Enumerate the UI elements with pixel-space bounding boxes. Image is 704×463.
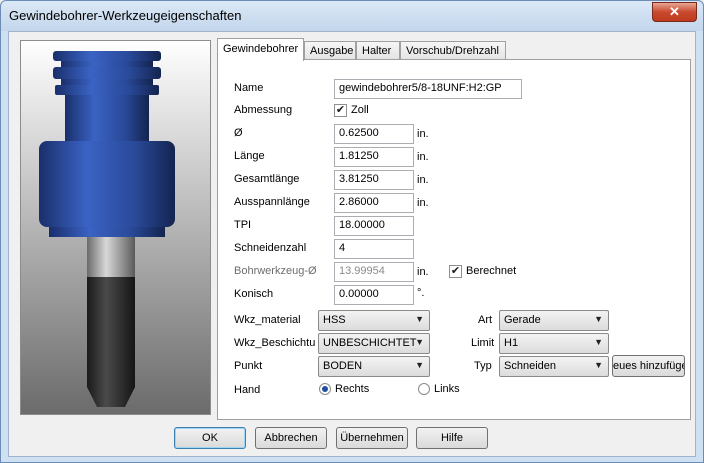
typ-value: Schneiden xyxy=(504,360,556,372)
ok-button[interactable]: OK xyxy=(174,427,246,449)
tool-preview xyxy=(20,40,211,415)
radio-selected-dot xyxy=(322,386,328,392)
laenge-unit: in. xyxy=(417,151,429,163)
wkz-beschichtung-label: Wkz_Beschichtu xyxy=(234,337,316,349)
diameter-unit: in. xyxy=(417,128,429,140)
zoll-checkbox[interactable]: ✔ xyxy=(334,104,347,117)
tab-vorschub-drehzahl[interactable]: Vorschub/Drehzahl xyxy=(400,41,506,60)
gesamtlaenge-label: Gesamtlänge xyxy=(234,173,300,185)
dialog-window: Gewindebohrer-Werkzeugeigenschaften ✕ Ge… xyxy=(0,0,704,463)
laenge-label: Länge xyxy=(234,150,265,162)
tpi-field[interactable]: 18.00000 xyxy=(334,216,414,236)
close-button[interactable]: ✕ xyxy=(652,2,697,22)
tab-halter[interactable]: Halter xyxy=(356,41,400,60)
chevron-down-icon: ▼ xyxy=(415,360,424,370)
bohrwerkzeug-label: Bohrwerkzeug-Ø xyxy=(234,265,317,277)
tab-gewindebohrer[interactable]: Gewindebohrer xyxy=(217,38,304,61)
tpi-label: TPI xyxy=(234,219,252,231)
laenge-field[interactable]: 1.81250 xyxy=(334,147,414,167)
limit-select[interactable]: H1 ▼ xyxy=(499,333,609,354)
tap-tool-image xyxy=(39,51,175,407)
zoll-label: Zoll xyxy=(351,104,369,116)
neues-hinzufuegen-button[interactable]: eues hinzufüge xyxy=(612,355,685,377)
wkz-beschichtung-select[interactable]: UNBESCHICHTET ▼ xyxy=(318,333,430,354)
gewindebohrer-panel: Name gewindebohrer5/8-18UNF:H2:GP Abmess… xyxy=(217,59,691,420)
abbrechen-button[interactable]: Abbrechen xyxy=(255,427,327,449)
punkt-select[interactable]: BODEN ▼ xyxy=(318,356,430,377)
gesamtlaenge-unit: in. xyxy=(417,174,429,186)
art-value: Gerade xyxy=(504,314,541,326)
chevron-down-icon: ▼ xyxy=(594,360,603,370)
chevron-down-icon: ▼ xyxy=(594,337,603,347)
berechnet-label: Berechnet xyxy=(466,265,517,277)
schneidenzahl-field[interactable]: 4 xyxy=(334,239,414,259)
hand-label: Hand xyxy=(234,384,261,396)
typ-label: Typ xyxy=(474,360,492,372)
ausspannlaenge-label: Ausspannlänge xyxy=(234,196,310,208)
abmessung-label: Abmessung xyxy=(234,104,293,116)
links-radio[interactable] xyxy=(418,383,430,395)
art-label: Art xyxy=(478,314,493,326)
punkt-value: BODEN xyxy=(323,360,363,372)
diameter-label: Ø xyxy=(234,127,243,139)
title-bar[interactable]: Gewindebohrer-Werkzeugeigenschaften ✕ xyxy=(1,1,703,31)
schneidenzahl-label: Schneidenzahl xyxy=(234,242,307,254)
wkz-material-label: Wkz_material xyxy=(234,314,301,326)
wkz-beschichtung-value: UNBESCHICHTET xyxy=(323,337,417,349)
window-title: Gewindebohrer-Werkzeugeigenschaften xyxy=(9,8,242,23)
berechnet-checkbox[interactable]: ✔ xyxy=(449,265,462,278)
bohrwerkzeug-unit: in. xyxy=(417,266,429,278)
rechts-label: Rechts xyxy=(335,383,370,395)
typ-select[interactable]: Schneiden ▼ xyxy=(499,356,609,377)
name-field[interactable]: gewindebohrer5/8-18UNF:H2:GP xyxy=(334,79,522,99)
bohrwerkzeug-field: 13.99954 xyxy=(334,262,414,282)
chevron-down-icon: ▼ xyxy=(415,337,424,347)
chevron-down-icon: ▼ xyxy=(415,314,424,324)
ausspannlaenge-unit: in. xyxy=(417,197,429,209)
tab-ausgabe[interactable]: Ausgabe xyxy=(304,41,356,60)
wkz-material-value: HSS xyxy=(323,314,346,326)
konisch-unit: °. xyxy=(417,287,425,299)
links-label: Links xyxy=(434,383,460,395)
rechts-radio[interactable] xyxy=(319,383,331,395)
ausspannlaenge-field[interactable]: 2.86000 xyxy=(334,193,414,213)
art-select[interactable]: Gerade ▼ xyxy=(499,310,609,331)
punkt-label: Punkt xyxy=(234,360,263,372)
hilfe-button[interactable]: Hilfe xyxy=(416,427,488,449)
konisch-field[interactable]: 0.00000 xyxy=(334,285,414,305)
uebernehmen-button[interactable]: Übernehmen xyxy=(336,427,408,449)
wkz-material-select[interactable]: HSS ▼ xyxy=(318,310,430,331)
konisch-label: Konisch xyxy=(234,288,274,300)
name-label: Name xyxy=(234,82,264,94)
limit-label: Limit xyxy=(471,337,495,349)
dialog-client: Gewindebohrer Ausgabe Halter Vorschub/Dr… xyxy=(8,31,696,457)
diameter-field[interactable]: 0.62500 xyxy=(334,124,414,144)
gesamtlaenge-field[interactable]: 3.81250 xyxy=(334,170,414,190)
limit-value: H1 xyxy=(504,337,519,349)
chevron-down-icon: ▼ xyxy=(594,314,603,324)
